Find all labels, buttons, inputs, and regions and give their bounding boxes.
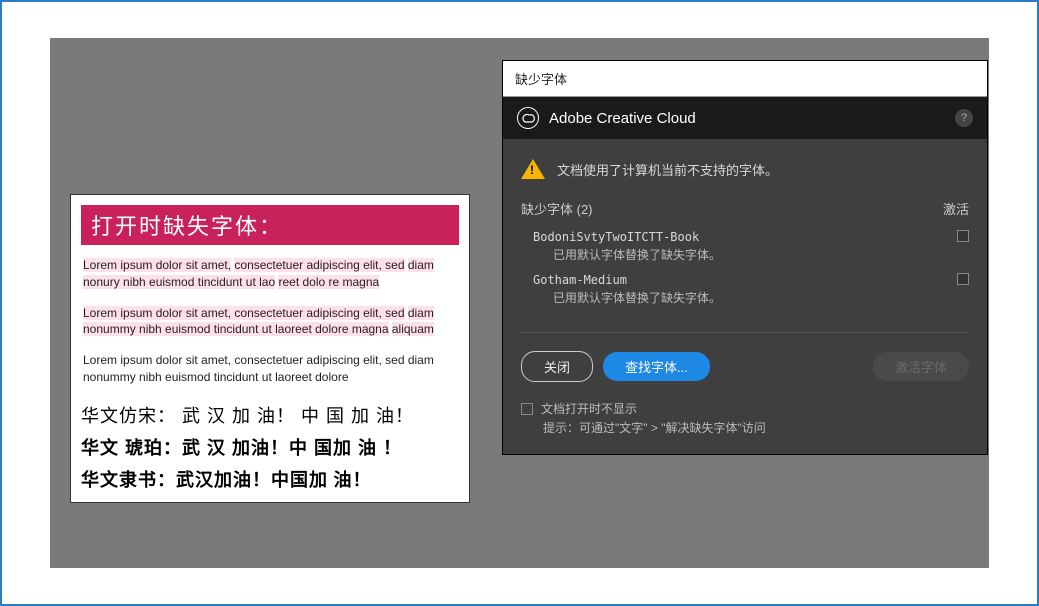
warning-text: 文档使用了计算机当前不支持的字体。 <box>557 160 778 179</box>
doc-title: 打开时缺失字体： <box>81 205 459 245</box>
doc-paragraph-3: Lorem ipsum dolor sit amet, consectetuer… <box>81 350 459 388</box>
cn-line-1: 华文仿宋： 武 汉 加 油！ 中 国 加 油！ <box>81 402 459 428</box>
warning-row: 文档使用了计算机当前不支持的字体。 <box>503 139 987 193</box>
font-list: BodoniSvtyTwoITCTT-Book 已用默认字体替换了缺失字体。 G… <box>503 224 987 318</box>
dont-show-checkbox[interactable] <box>521 403 533 415</box>
creative-cloud-bar: Adobe Creative Cloud ? <box>503 97 987 139</box>
activate-fonts-button: 激活字体 <box>873 352 969 381</box>
dialog-footer: 文档打开时不显示 提示：可通过"文字" > "解决缺失字体"访问 <box>503 400 987 454</box>
doc-paragraph-1: Lorem ipsum dolor sit amet, consectetuer… <box>81 255 459 293</box>
font-name: BodoniSvtyTwoITCTT-Book <box>533 230 969 244</box>
font-msg: 已用默认字体替换了缺失字体。 <box>533 287 969 306</box>
creative-cloud-icon <box>517 107 539 129</box>
cn-line-3: 华文隶书：武汉加油！中国加 油！ <box>81 466 459 492</box>
list-header-right: 激活 <box>943 199 969 218</box>
font-msg: 已用默认字体替换了缺失字体。 <box>533 244 969 263</box>
creative-cloud-label: Adobe Creative Cloud <box>549 110 696 127</box>
font-list-header: 缺少字体 (2) 激活 <box>503 193 987 224</box>
doc-cn-lines: 华文仿宋： 武 汉 加 油！ 中 国 加 油！ 华文 琥珀：武 汉 加油！中 国… <box>81 402 459 492</box>
cn-line-2: 华文 琥珀：武 汉 加油！中 国加 油 ！ <box>81 434 459 460</box>
list-header-left: 缺少字体 (2) <box>521 199 593 218</box>
font-item[interactable]: BodoniSvtyTwoITCTT-Book 已用默认字体替换了缺失字体。 <box>521 224 969 267</box>
activate-checkbox[interactable] <box>957 273 969 285</box>
font-item[interactable]: Gotham-Medium 已用默认字体替换了缺失字体。 <box>521 267 969 310</box>
close-button[interactable]: 关闭 <box>521 351 593 382</box>
warning-icon <box>521 159 545 179</box>
missing-fonts-dialog: 缺少字体 Adobe Creative Cloud ? 文档使用了计算机当前不支… <box>502 60 988 455</box>
find-fonts-button[interactable]: 查找字体... <box>603 352 710 381</box>
help-icon[interactable]: ? <box>955 109 973 127</box>
dont-show-label[interactable]: 文档打开时不显示 <box>541 400 637 417</box>
document-preview: 打开时缺失字体： Lorem ipsum dolor sit amet, con… <box>70 194 470 503</box>
dialog-buttons: 关闭 查找字体... 激活字体 <box>503 333 987 400</box>
doc-paragraph-2: Lorem ipsum dolor sit amet, consectetuer… <box>81 303 459 341</box>
footer-hint: 提示：可通过"文字" > "解决缺失字体"访问 <box>521 417 969 436</box>
dialog-titlebar[interactable]: 缺少字体 <box>503 61 987 97</box>
activate-checkbox[interactable] <box>957 230 969 242</box>
font-name: Gotham-Medium <box>533 273 969 287</box>
workspace-canvas: 打开时缺失字体： Lorem ipsum dolor sit amet, con… <box>50 38 989 568</box>
